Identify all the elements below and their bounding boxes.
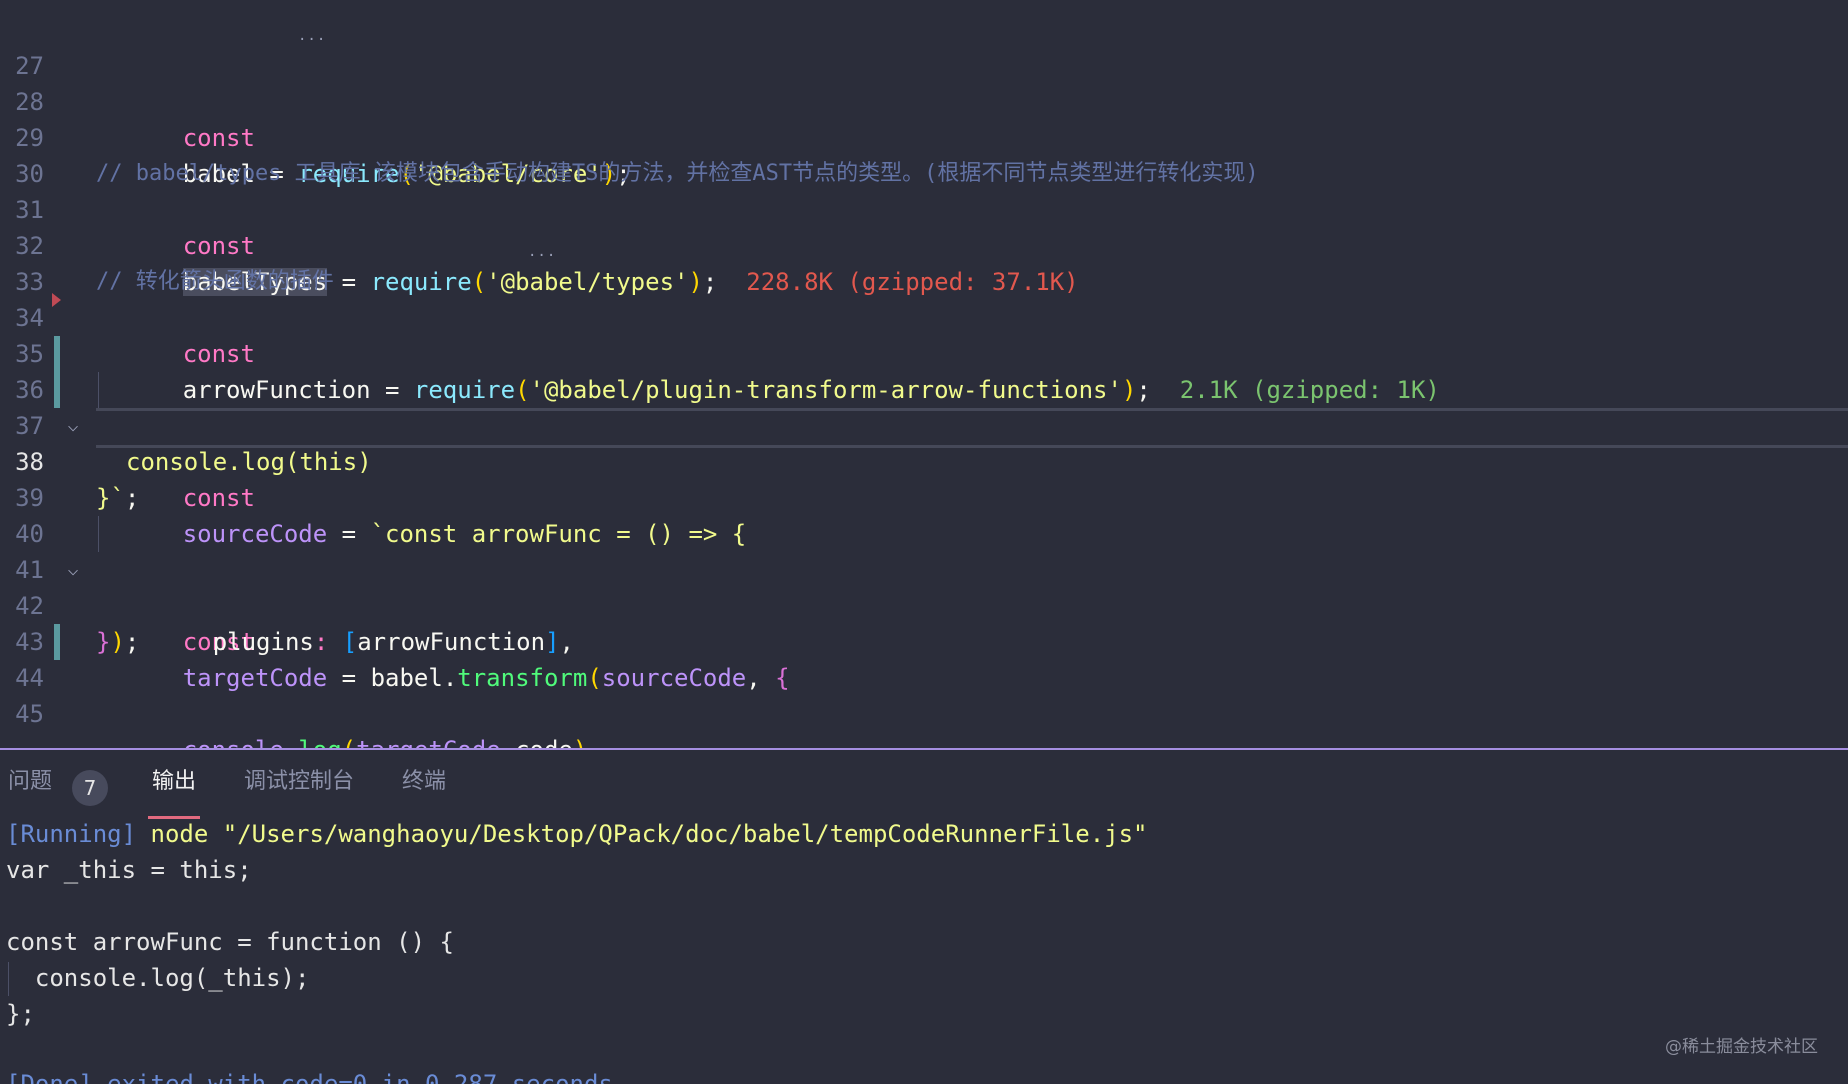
tab-terminal[interactable]: 终端 <box>402 762 446 802</box>
output-line: const arrowFunc = function () { <box>6 928 454 956</box>
tab-problems[interactable]: 问题 <box>8 762 52 802</box>
code-line[interactable]: 28 <box>0 48 1848 116</box>
indent-guide <box>8 962 9 996</box>
output-line: }; <box>6 1000 35 1028</box>
code-line[interactable]: 29 // babel/types 工具库 该模块包含手动构建TS的方法，并检查… <box>0 84 1848 186</box>
code-line[interactable]: 40 ⌵ const targetCode = babel.transform(… <box>0 480 1848 692</box>
active-tab-underline <box>148 816 200 819</box>
output-line-done: [Done] exited with code=0 in 0.287 secon… <box>6 1070 613 1084</box>
code-line[interactable]: 37 console.log(this) <box>0 372 1848 476</box>
code-line[interactable]: 41 plugins: [arrowFunction], <box>0 516 1848 656</box>
output-line: [Running] node "/Users/wanghaoyu/Desktop… <box>6 816 1148 852</box>
code-line[interactable]: 35 <box>0 300 1848 368</box>
bottom-panel: 问题 7 输出 调试控制台 终端 [Running] node "/Users/… <box>0 750 1848 1084</box>
code-line[interactable]: 30 const babelTypes = require('@babel/ty… <box>0 120 1848 296</box>
code-line[interactable]: 33 const arrowFunction = require('@babel… <box>0 228 1848 404</box>
identifier: console <box>183 736 284 748</box>
dot: . <box>284 736 298 748</box>
code-line[interactable]: 27 const babel = require('@babel/core'); <box>0 12 1848 188</box>
bracket: ( <box>342 736 356 748</box>
watermark: @稀土掘金技术社区 <box>1665 1037 1818 1057</box>
tab-debug-console[interactable]: 调试控制台 <box>244 762 354 802</box>
running-tag: [Running] <box>6 820 137 848</box>
output-line: console.log(_this); <box>6 964 310 992</box>
panel-tabs: 问题 7 输出 调试控制台 终端 <box>0 750 1848 810</box>
output-line: var _this = this; <box>6 856 252 884</box>
code-line[interactable]: 31 <box>0 156 1848 224</box>
code-line[interactable]: 42 }); <box>0 552 1848 656</box>
code-line[interactable]: 39 <box>0 444 1848 512</box>
code-line[interactable]: 44 console.log(targetCode.code) <box>0 624 1848 748</box>
tab-output[interactable]: 输出 <box>152 762 196 802</box>
code-editor[interactable]: 27 const babel = require('@babel/core');… <box>0 0 1848 748</box>
code-line-active[interactable]: 38 }`; <box>0 408 1848 512</box>
hint-dots: ··· <box>298 32 327 48</box>
dot: . <box>501 736 515 748</box>
code-line[interactable]: 32 // 转化箭头函数的插件 <box>0 192 1848 294</box>
run-command: node "/Users/wanghaoyu/Desktop/QPack/doc… <box>136 820 1148 848</box>
code-line[interactable]: 43 <box>0 588 1848 656</box>
line-number: 45 <box>15 700 44 728</box>
problems-count-badge: 7 <box>72 770 108 806</box>
code-line[interactable]: 34 <box>0 264 1848 332</box>
hint-dots: ··· <box>528 248 557 264</box>
property: code <box>515 736 573 748</box>
method-name: log <box>298 736 341 748</box>
code-line[interactable]: 36 ⌵ const sourceCode = `const arrowFunc… <box>0 336 1848 548</box>
identifier: targetCode <box>356 736 501 748</box>
bracket: ) <box>573 736 587 748</box>
code-line[interactable]: 45 <box>0 660 1848 728</box>
